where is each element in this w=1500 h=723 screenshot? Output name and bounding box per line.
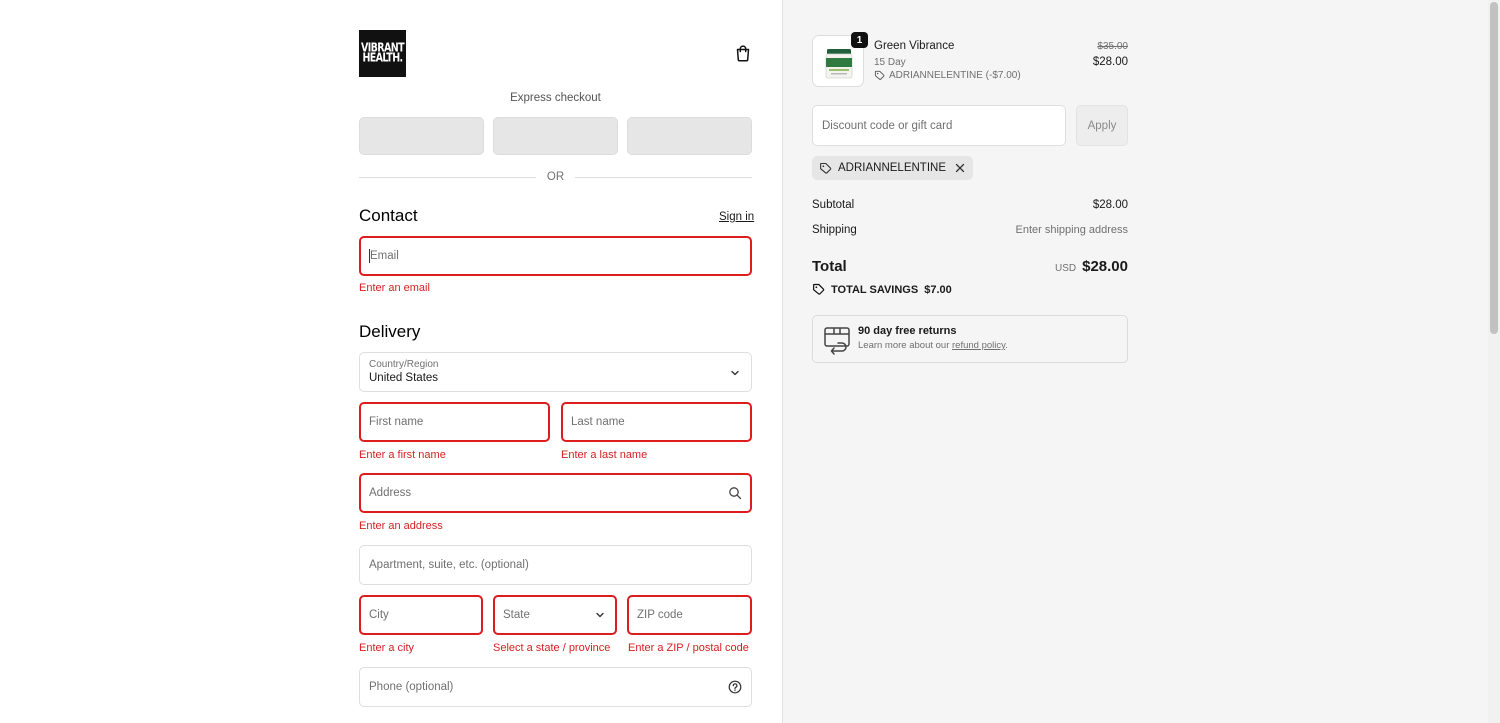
country-select[interactable]: Country/Region United States [359,352,752,392]
returns-text-prefix: Learn more about our [858,340,953,351]
shipping-value: Enter shipping address [1015,224,1128,236]
logo-line-2: HEALTH. [362,50,403,66]
contact-heading: Contact [359,206,418,225]
apply-discount-button[interactable]: Apply [1076,105,1128,146]
shopping-bag-icon[interactable] [733,43,753,63]
zip-field[interactable]: ZIP code [627,595,752,635]
state-error: Select a state / province [493,642,611,654]
express-pay-button-2[interactable] [493,117,618,155]
phone-placeholder: Phone (optional) [369,681,454,693]
product-name: Green Vibrance [874,40,955,52]
subtotal-value: $28.00 [1092,199,1128,211]
scrollbar-thumb[interactable] [1490,2,1498,334]
tag-icon [874,70,885,80]
zip-error: Enter a ZIP / postal code [628,642,749,654]
apartment-placeholder: Apartment, suite, etc. (optional) [369,559,529,571]
total-savings: TOTAL SAVINGS $7.00 [812,283,952,296]
city-placeholder: City [369,609,389,621]
original-price: $35.00 [1097,41,1128,52]
applied-discount-chip: ADRIANNELENTINE [812,156,973,180]
sign-in-link[interactable]: Sign in [719,211,754,223]
address-placeholder: Address [369,487,412,499]
chevron-down-icon [596,612,604,618]
express-pay-button-1[interactable] [359,117,484,155]
phone-field[interactable]: Phone (optional) [359,667,752,707]
total-label: Total [812,258,847,275]
close-icon[interactable] [954,162,966,174]
or-text: OR [546,171,565,183]
total-value: $28.00 [1082,258,1128,275]
state-placeholder: State [503,609,530,621]
delivery-heading: Delivery [359,322,421,341]
returns-text-suffix: . [1005,340,1008,351]
tag-icon [813,283,825,295]
savings-value: $7.00 [924,283,952,296]
page-scrollbar[interactable] [1488,0,1500,723]
first-name-error: Enter a first name [359,449,446,461]
zip-placeholder: ZIP code [637,609,683,621]
savings-label: TOTAL SAVINGS [831,283,919,296]
returns-banner: 90 day free returns Learn more about our… [812,315,1128,363]
email-placeholder: Email [370,250,399,262]
product-variant: 15 Day [874,57,906,68]
total-amount: USD $28.00 [1055,258,1128,275]
last-name-placeholder: Last name [571,416,625,428]
state-select[interactable]: State [493,595,617,635]
item-price: $28.00 [1092,56,1128,68]
country-label: Country/Region [369,359,439,370]
country-value: United States [369,372,439,384]
express-pay-button-3[interactable] [627,117,752,155]
applied-code-text: ADRIANNELENTINE [838,162,946,174]
address-error: Enter an address [359,520,443,532]
city-error: Enter a city [359,642,415,654]
first-name-field[interactable]: First name [359,402,550,442]
return-box-icon [824,327,850,355]
email-field[interactable]: Email [359,236,752,276]
returns-text: Learn more about our refund policy. [858,340,1008,351]
checkout-form-pane: VIBRANT HEALTH. Express checkout OR Cont… [0,0,782,723]
subtotal-label: Subtotal [812,199,855,211]
last-name-error: Enter a last name [561,449,648,461]
quantity-badge: 1 [851,32,868,48]
returns-title: 90 day free returns [858,325,957,337]
city-field[interactable]: City [359,595,483,635]
currency-code: USD [1054,263,1077,274]
chevron-down-icon [731,370,739,376]
apartment-field[interactable]: Apartment, suite, etc. (optional) [359,545,752,585]
product-discount-line: ADRIANNELENTINE (-$7.00) [874,70,1021,81]
or-divider: OR [359,170,752,184]
email-error: Enter an email [359,282,430,294]
tag-icon [820,162,832,174]
help-icon[interactable] [728,680,742,694]
address-field[interactable]: Address [359,473,752,513]
discount-code-input[interactable]: Discount code or gift card [812,105,1066,146]
last-name-field[interactable]: Last name [561,402,752,442]
first-name-placeholder: First name [369,416,424,428]
search-icon[interactable] [728,486,742,500]
express-checkout-label: Express checkout [510,92,601,104]
discount-placeholder: Discount code or gift card [822,119,953,132]
brand-logo[interactable]: VIBRANT HEALTH. [359,30,406,77]
discount-line-text: ADRIANNELENTINE (-$7.00) [889,70,1021,81]
shipping-label: Shipping [812,224,857,236]
refund-policy-link[interactable]: refund policy [952,340,1005,351]
